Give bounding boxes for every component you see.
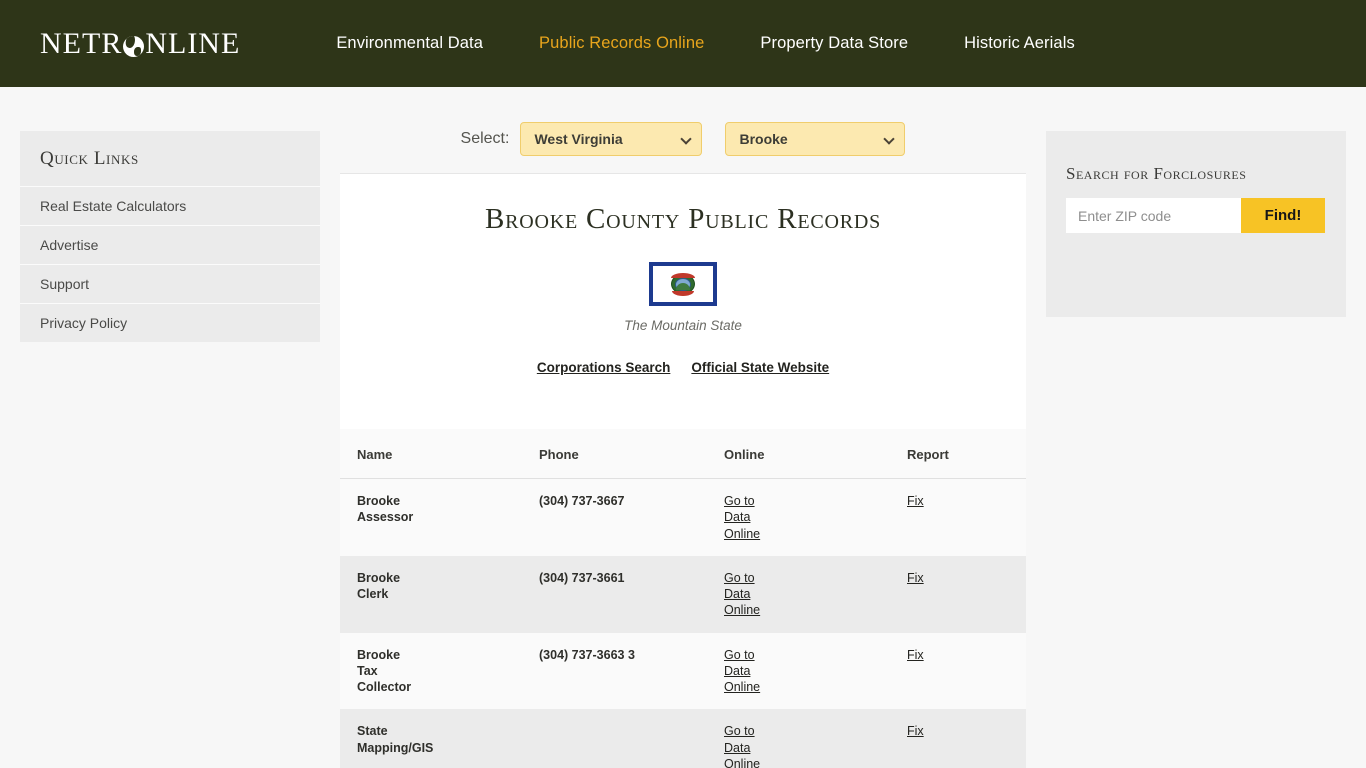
cell-online: Go to Data Online	[707, 632, 890, 710]
seal-bottom-ribbon	[672, 291, 694, 296]
table-head: Name Phone Online Report	[340, 429, 1026, 479]
cell-name: Brooke Clerk	[340, 555, 522, 633]
column-header-phone: Phone	[522, 429, 707, 479]
sidebar-item-support[interactable]: Support	[20, 264, 320, 303]
table-row: Brooke Assessor (304) 737-3667 Go to Dat…	[340, 478, 1026, 556]
cell-phone: (304) 737-3667	[522, 478, 707, 556]
table-header-row: Name Phone Online Report	[340, 429, 1026, 479]
fix-link[interactable]: Fix	[907, 724, 924, 738]
fix-link[interactable]: Fix	[907, 494, 924, 508]
nav-item-environmental-data[interactable]: Environmental Data	[308, 34, 511, 53]
go-to-data-online-link[interactable]: Go to Data Online	[724, 570, 784, 619]
table-row: Brooke Tax Collector (304) 737-3663 3 Go…	[340, 632, 1026, 710]
foreclosure-search-form: Find!	[1066, 198, 1326, 233]
state-select-wrapper: West Virginia	[520, 122, 725, 156]
seal-hill	[676, 283, 690, 290]
logo-text-before: NETR	[40, 26, 123, 60]
official-state-website-link[interactable]: Official State Website	[691, 360, 829, 375]
seal-top-banner	[671, 273, 695, 278]
cell-phone: (304) 737-3663 3	[522, 632, 707, 710]
cell-online: Go to Data Online	[707, 709, 890, 768]
column-header-report: Report	[890, 429, 1026, 479]
cell-name: Brooke Assessor	[340, 478, 522, 556]
sidebar-item-privacy-policy[interactable]: Privacy Policy	[20, 303, 320, 342]
logo-text-after: NLINE	[145, 26, 241, 60]
quick-links-title: Quick Links	[40, 148, 139, 169]
zip-code-input[interactable]	[1066, 198, 1241, 233]
cell-report: Fix	[890, 555, 1026, 633]
cell-name: State Mapping/GIS	[340, 709, 522, 768]
county-record-card: Brooke County Public Records The Mountai…	[340, 173, 1026, 429]
office-name: State Mapping/GIS	[357, 724, 434, 755]
cell-phone	[522, 709, 707, 768]
main-navigation: Environmental Data Public Records Online…	[308, 34, 1103, 53]
table-body: Brooke Assessor (304) 737-3667 Go to Dat…	[340, 478, 1026, 768]
office-name: Brooke Clerk	[357, 570, 401, 601]
page-body: Quick Links Real Estate Calculators Adve…	[0, 87, 1366, 768]
quick-links-panel: Quick Links Real Estate Calculators Adve…	[20, 131, 320, 342]
foreclosure-search-title: Search for Forclosures	[1066, 164, 1247, 183]
sidebar-item-advertise[interactable]: Advertise	[20, 225, 320, 264]
county-select-wrapper: Brooke	[725, 122, 906, 156]
state-select[interactable]: West Virginia	[520, 122, 703, 156]
sidebar-item-real-estate-calculators[interactable]: Real Estate Calculators	[20, 186, 320, 225]
page-title: Brooke County Public Records	[484, 203, 882, 235]
cell-phone: (304) 737-3661	[522, 555, 707, 633]
office-name: Brooke Tax Collector	[357, 647, 412, 695]
state-seal-icon	[671, 272, 695, 296]
public-records-table: Name Phone Online Report Brooke Assessor…	[340, 429, 1026, 768]
fix-link[interactable]: Fix	[907, 648, 924, 662]
state-flag-icon	[649, 262, 717, 306]
nav-item-public-records-online[interactable]: Public Records Online	[511, 34, 732, 53]
nav-item-property-data-store[interactable]: Property Data Store	[732, 34, 936, 53]
main-content: Select: West Virginia Brooke Brooke Coun…	[340, 87, 1026, 768]
select-label: Select:	[460, 130, 510, 147]
column-header-name: Name	[340, 429, 522, 479]
cell-report: Fix	[890, 632, 1026, 710]
cell-report: Fix	[890, 478, 1026, 556]
state-nickname: The Mountain State	[624, 318, 742, 333]
county-select[interactable]: Brooke	[725, 122, 906, 156]
location-selector-bar: Select: West Virginia Brooke	[340, 87, 1026, 173]
cell-online: Go to Data Online	[707, 478, 890, 556]
go-to-data-online-link[interactable]: Go to Data Online	[724, 493, 784, 542]
office-name: Brooke Assessor	[357, 494, 414, 525]
table-row: Brooke Clerk (304) 737-3661 Go to Data O…	[340, 555, 1026, 633]
column-header-online: Online	[707, 429, 890, 479]
cell-report: Fix	[890, 709, 1026, 768]
corporations-search-link[interactable]: Corporations Search	[537, 360, 671, 375]
cell-name: Brooke Tax Collector	[340, 632, 522, 710]
globe-icon	[123, 36, 145, 57]
go-to-data-online-link[interactable]: Go to Data Online	[724, 647, 784, 696]
foreclosure-search-panel: Search for Forclosures Find!	[1046, 131, 1346, 317]
table-row: State Mapping/GIS Go to Data Online Fix	[340, 709, 1026, 768]
find-button[interactable]: Find!	[1241, 198, 1325, 233]
fix-link[interactable]: Fix	[907, 571, 924, 585]
netronline-logo[interactable]: NETR NLINE	[40, 26, 241, 60]
go-to-data-online-link[interactable]: Go to Data Online	[724, 723, 784, 768]
state-links: Corporations Search Official State Websi…	[340, 360, 1026, 375]
cell-online: Go to Data Online	[707, 555, 890, 633]
nav-item-historic-aerials[interactable]: Historic Aerials	[936, 34, 1103, 53]
site-header: NETR NLINE Environmental Data Public Reco…	[0, 0, 1366, 87]
